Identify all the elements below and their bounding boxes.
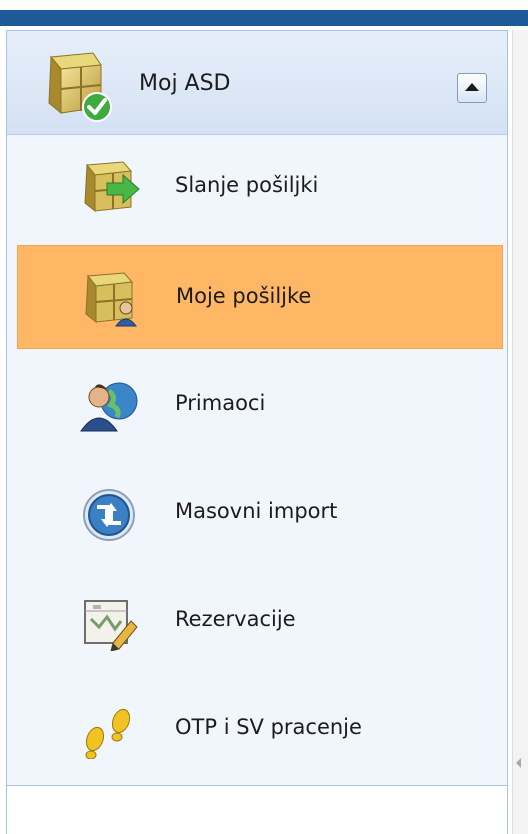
scrollbar[interactable] <box>512 30 528 834</box>
menu-item-primaoci[interactable]: Primaoci <box>17 353 503 457</box>
menu-item-label: Moje pošiljke <box>176 284 312 308</box>
menu-item-label: Masovni import <box>175 499 338 523</box>
panel-header[interactable]: Moj ASD <box>7 31 507 135</box>
top-bar <box>0 0 528 30</box>
footprints-icon <box>77 699 141 760</box>
menu-item-label: Rezervacije <box>175 607 296 631</box>
panel-title: Moj ASD <box>139 71 231 96</box>
menu-item-otp-sv-pracenje[interactable]: OTP i SV pracenje <box>17 677 503 781</box>
panel-footer <box>6 786 508 834</box>
menu-item-slanje-posiljki[interactable]: Slanje pošiljki <box>17 135 503 239</box>
menu-item-label: OTP i SV pracenje <box>175 715 362 739</box>
top-strip <box>0 10 528 26</box>
reservation-edit-icon <box>77 591 141 652</box>
menu-item-label: Slanje pošiljki <box>175 173 319 197</box>
menu-item-moje-posiljke[interactable]: Moje pošiljke <box>17 245 503 349</box>
import-arrows-icon <box>77 483 141 543</box>
package-check-icon <box>37 51 117 123</box>
users-globe-icon <box>77 375 141 435</box>
menu-item-masovni-import[interactable]: Masovni import <box>17 461 503 565</box>
nav-panel: Moj ASD Slanje pošiljki Moje pošiljke Pr… <box>6 30 508 786</box>
package-user-icon <box>78 268 142 328</box>
menu-item-rezervacije[interactable]: Rezervacije <box>17 569 503 673</box>
chevron-up-icon <box>465 83 479 91</box>
scroll-left-arrow-icon[interactable] <box>516 758 521 768</box>
collapse-button[interactable] <box>457 73 487 103</box>
menu-item-label: Primaoci <box>175 391 266 415</box>
package-send-icon <box>77 157 141 217</box>
